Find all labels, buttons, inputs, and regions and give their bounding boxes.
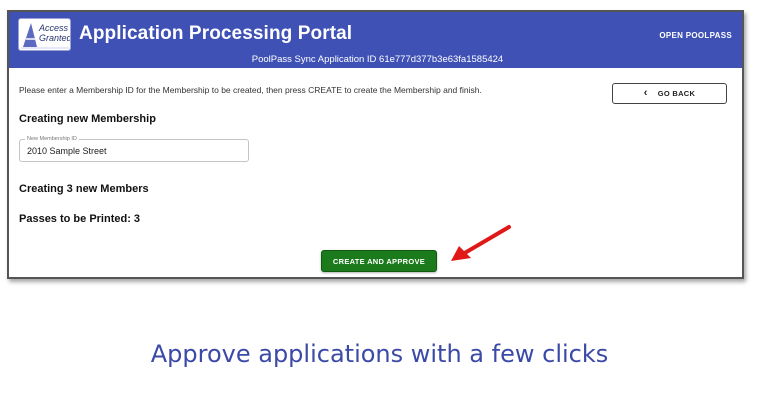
create-and-approve-button[interactable]: CREATE AND APPROVE xyxy=(321,250,437,272)
membership-id-label: New Membership ID xyxy=(25,135,79,143)
access-granted-logo[interactable]: Access Granted xyxy=(18,18,71,51)
open-poolpass-link[interactable]: OPEN POOLPASS xyxy=(659,31,732,40)
pointer-arrow-icon xyxy=(451,225,511,261)
instructions-text: Please enter a Membership ID for the Mem… xyxy=(19,85,482,95)
caption: Approve applications with a few clicks xyxy=(150,340,609,368)
go-back-label: GO BACK xyxy=(657,89,696,98)
app-title: Application Processing Portal xyxy=(79,23,353,44)
app-window: Access Granted Application Processing Po… xyxy=(7,10,744,279)
membership-heading: Creating new Membership xyxy=(19,113,156,125)
membership-id-field[interactable]: New Membership ID 2010 Sample Street xyxy=(19,135,249,162)
membership-id-value[interactable]: 2010 Sample Street xyxy=(27,146,107,156)
logo-line-2: Granted xyxy=(39,33,71,43)
passes-heading: Passes to be Printed: 3 xyxy=(19,213,141,225)
chevron-left-icon: ‹ xyxy=(643,87,648,99)
members-heading: Creating 3 new Members xyxy=(19,183,149,195)
app-bar: Access Granted Application Processing Po… xyxy=(9,12,742,68)
go-back-button[interactable]: ‹ GO BACK xyxy=(612,83,727,104)
application-id-subtitle: PoolPass Sync Application ID 61e777d377b… xyxy=(251,54,504,65)
logo-line-1: Access xyxy=(39,23,69,33)
